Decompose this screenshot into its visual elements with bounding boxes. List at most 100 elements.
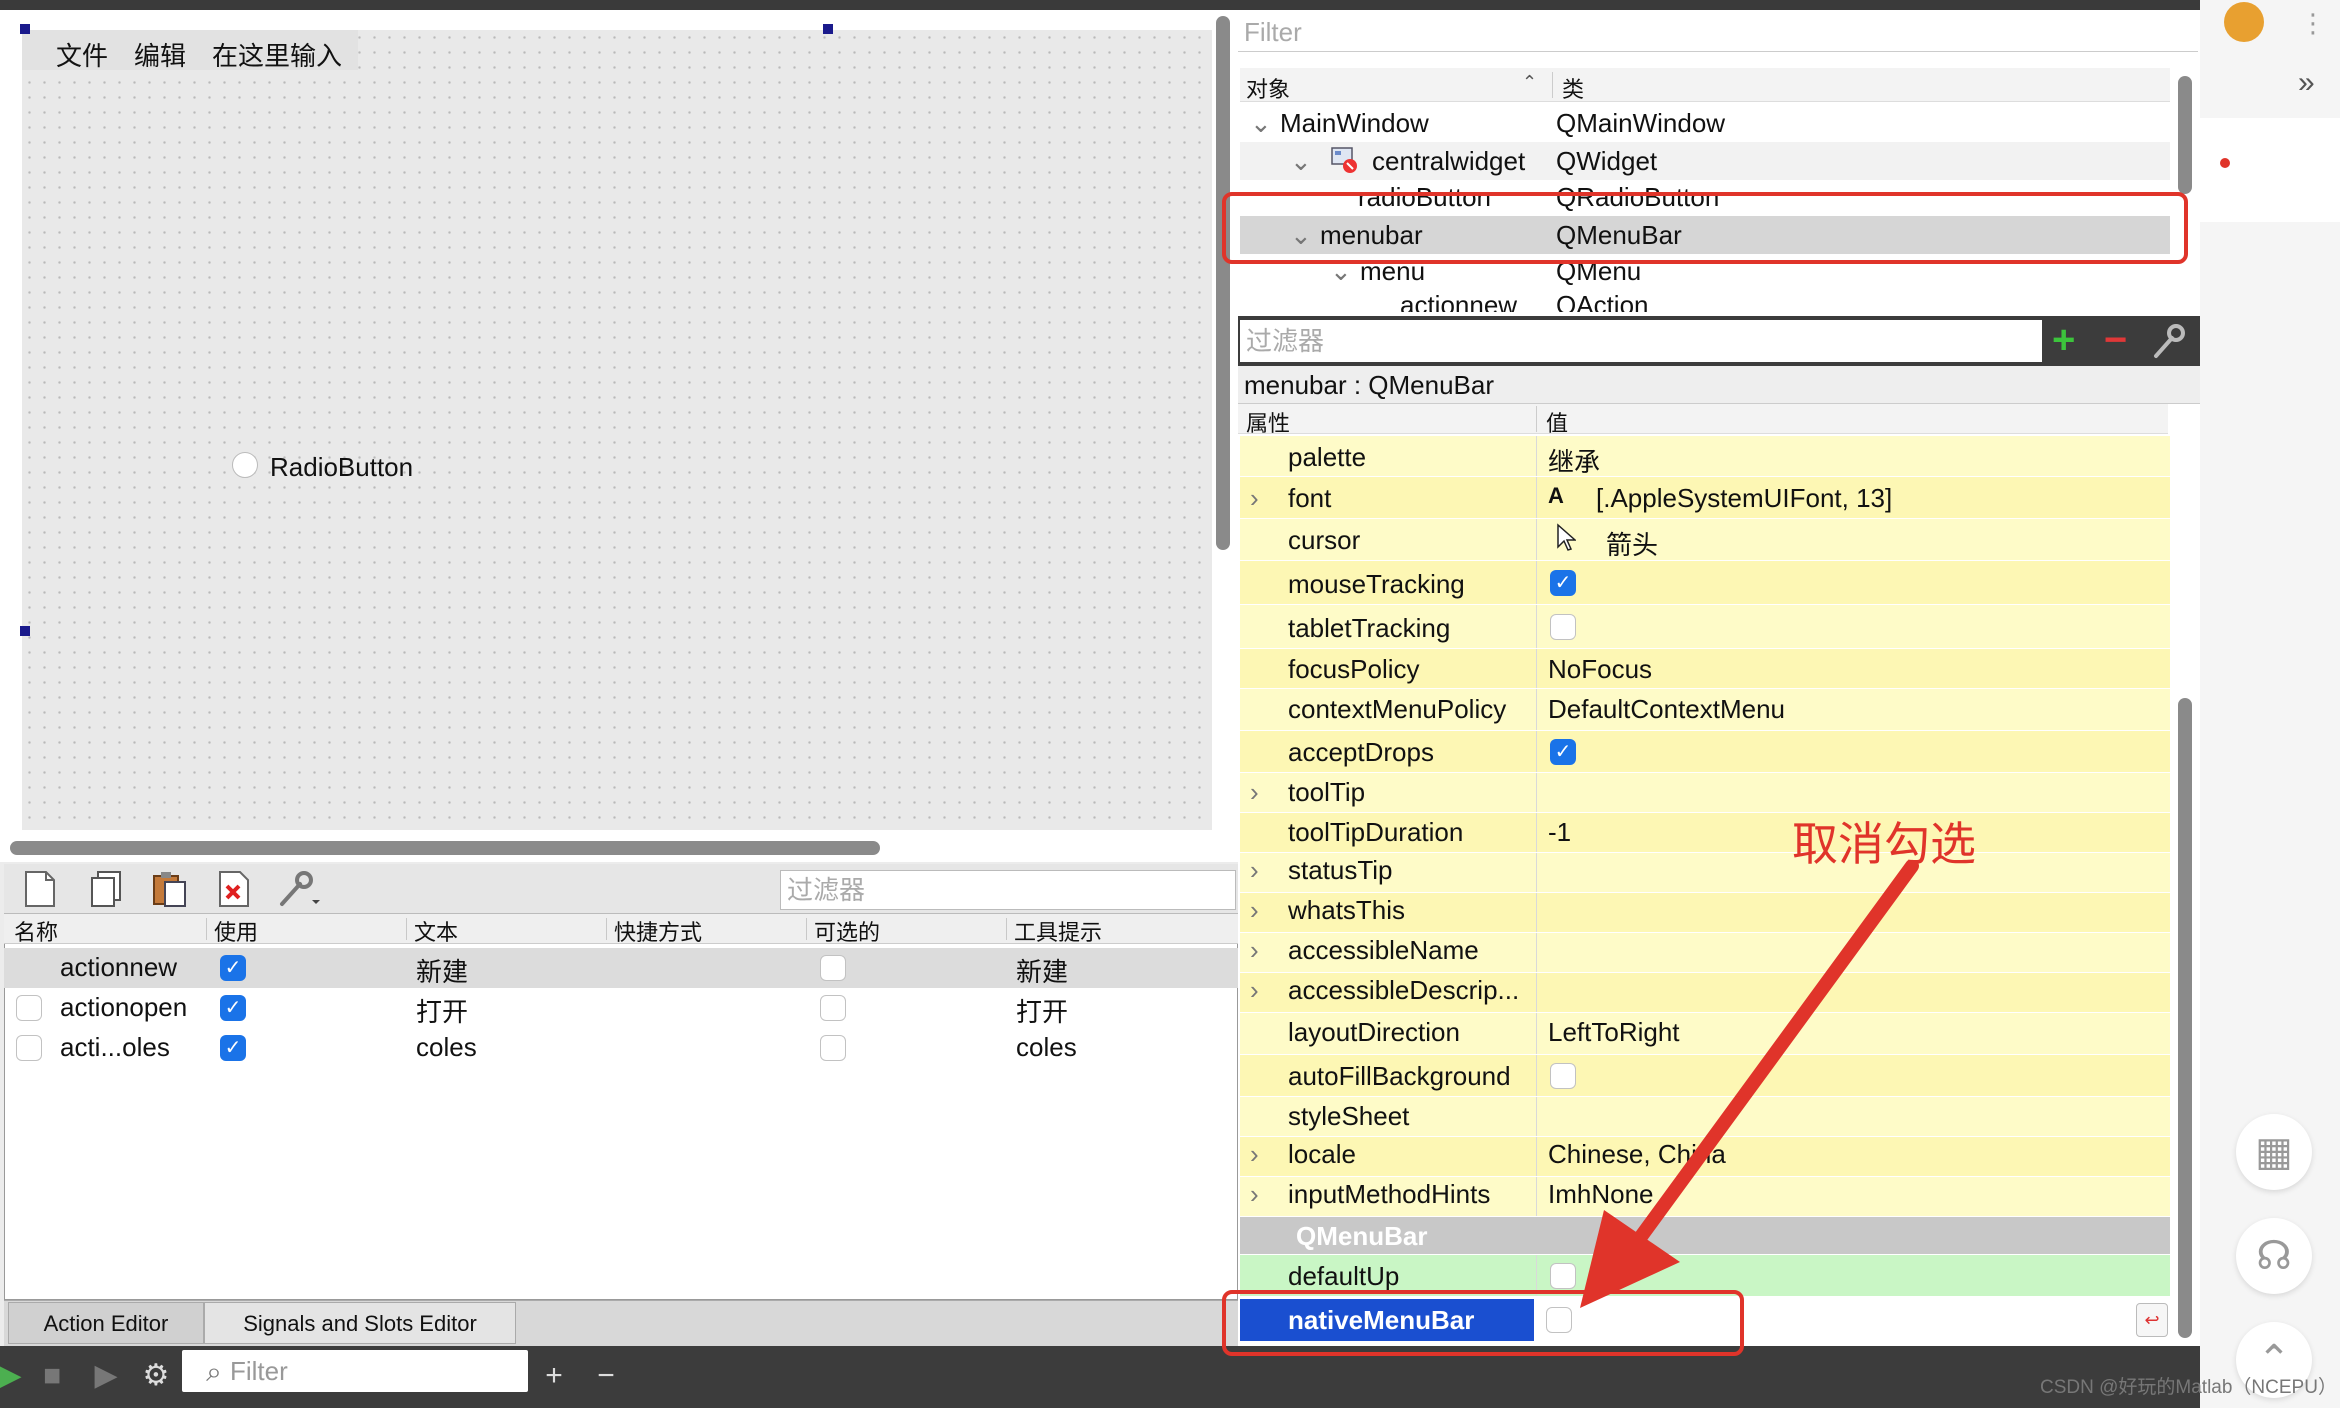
property-row-contextmenupolicy[interactable]: contextMenuPolicy DefaultContextMenu xyxy=(1240,689,2170,731)
property-editor-scrollbar[interactable] xyxy=(2178,698,2192,1338)
new-action-icon[interactable] xyxy=(20,870,60,910)
stop-icon[interactable]: ■ xyxy=(32,1356,72,1396)
expand-arrow-icon[interactable]: › xyxy=(1250,483,1259,514)
checkable-checkbox[interactable] xyxy=(820,955,846,981)
property-name: layoutDirection xyxy=(1288,1017,1460,1047)
more-icon[interactable]: ⋮ xyxy=(2300,8,2326,39)
form-menu-file[interactable]: 文件 xyxy=(56,36,108,73)
property-row-tooltip[interactable]: › toolTip xyxy=(1240,773,2170,813)
highlight-box-menubar xyxy=(1222,192,2188,264)
property-value[interactable]: 箭头 xyxy=(1606,525,1658,562)
form-menu-edit[interactable]: 编辑 xyxy=(134,36,186,73)
column-header[interactable]: 使用 xyxy=(214,915,258,947)
remove-property-icon[interactable]: − xyxy=(2104,318,2127,363)
property-row-mousetracking[interactable]: mouseTracking ✓ xyxy=(1240,561,2170,605)
configure-icon[interactable] xyxy=(276,870,320,910)
add-icon[interactable]: + xyxy=(534,1356,574,1396)
column-divider xyxy=(1536,406,1537,432)
property-row-tablettracking[interactable]: tabletTracking xyxy=(1240,605,2170,649)
column-header[interactable]: 对象 xyxy=(1246,72,1290,104)
tab-signals-slots-editor[interactable]: Signals and Slots Editor xyxy=(204,1302,516,1344)
action-filter-input[interactable]: 过滤器 xyxy=(780,870,1236,910)
selection-handle[interactable] xyxy=(20,24,30,34)
column-header[interactable]: 类 xyxy=(1562,72,1584,104)
cell-divider xyxy=(1536,561,1537,604)
action-tooltip: 打开 xyxy=(1016,997,1069,1027)
cell-divider xyxy=(1536,649,1537,688)
paste-action-icon[interactable] xyxy=(150,870,190,910)
copy-action-icon[interactable] xyxy=(86,870,126,910)
property-name: defaultUp xyxy=(1288,1261,1400,1291)
column-header[interactable]: 可选的 xyxy=(814,915,880,947)
tree-row[interactable]: actionnew QAction xyxy=(1240,290,2170,312)
radio-button-circle[interactable] xyxy=(232,452,258,478)
cell-divider xyxy=(1536,436,1537,476)
column-header[interactable]: 文本 xyxy=(414,915,458,947)
column-header[interactable]: 值 xyxy=(1546,406,1568,438)
property-value[interactable]: 继承 xyxy=(1548,442,1600,479)
expand-arrow-icon[interactable]: › xyxy=(1250,935,1259,966)
configure-icon[interactable] xyxy=(2150,322,2190,367)
expand-arrow-icon[interactable]: › xyxy=(1250,895,1259,926)
expand-arrow-icon[interactable]: ⌄ xyxy=(1250,108,1272,139)
acceptdrops-checkbox[interactable]: ✓ xyxy=(1550,739,1576,765)
cell-divider xyxy=(1536,605,1537,648)
form-horizontal-scrollbar[interactable] xyxy=(10,841,880,855)
property-row-font[interactable]: › font A [.AppleSystemUIFont, 13] xyxy=(1240,477,2170,519)
expand-arrow-icon[interactable]: › xyxy=(1250,1139,1259,1170)
cell-divider xyxy=(1536,813,1537,852)
tablettracking-checkbox[interactable] xyxy=(1550,614,1576,640)
step-icon[interactable]: ▶ xyxy=(86,1356,126,1396)
property-editor-title: menubar : QMenuBar xyxy=(1238,366,2200,404)
property-filter-input[interactable]: 过滤器 xyxy=(1240,320,2042,362)
object-filter-input[interactable]: Filter xyxy=(1238,12,2198,52)
form-canvas[interactable] xyxy=(22,30,1212,830)
property-value[interactable]: -1 xyxy=(1548,817,1571,848)
remove-icon[interactable]: − xyxy=(586,1356,626,1396)
run-icon[interactable]: ▶ xyxy=(0,1356,30,1396)
used-checkbox[interactable]: ✓ xyxy=(220,995,246,1021)
column-header[interactable]: 工具提示 xyxy=(1014,915,1102,947)
property-name: toolTipDuration xyxy=(1288,817,1464,847)
headset-icon[interactable]: ☊ xyxy=(2236,1218,2312,1294)
add-property-icon[interactable]: + xyxy=(2052,318,2075,363)
object-inspector-scrollbar[interactable] xyxy=(2178,76,2192,194)
qr-code-icon[interactable]: ▦ xyxy=(2236,1114,2312,1190)
action-icon-placeholder xyxy=(16,1035,42,1061)
property-row-palette[interactable]: palette 继承 xyxy=(1240,436,2170,477)
property-row-focuspolicy[interactable]: focusPolicy NoFocus xyxy=(1240,649,2170,689)
font-icon: A xyxy=(1548,483,1564,508)
column-header[interactable]: 快捷方式 xyxy=(614,915,702,947)
property-value[interactable]: DefaultContextMenu xyxy=(1548,694,1785,725)
settings-gear-icon[interactable]: ⚙ xyxy=(136,1356,176,1396)
property-value[interactable]: [.AppleSystemUIFont, 13] xyxy=(1596,483,1892,514)
column-header[interactable]: 属性 xyxy=(1246,406,1290,438)
expand-arrow-icon[interactable]: › xyxy=(1250,975,1259,1006)
form-menu-type-here[interactable]: 在这里输入 xyxy=(212,36,342,73)
property-row-tooltipduration[interactable]: toolTipDuration -1 xyxy=(1240,813,2170,853)
selection-handle[interactable] xyxy=(20,626,30,636)
checkable-checkbox[interactable] xyxy=(820,995,846,1021)
checkable-checkbox[interactable] xyxy=(820,1035,846,1061)
property-row-acceptdrops[interactable]: acceptDrops ✓ xyxy=(1240,731,2170,773)
mousetracking-checkbox[interactable]: ✓ xyxy=(1550,570,1576,596)
property-value[interactable]: NoFocus xyxy=(1548,654,1652,685)
expand-arrow-icon[interactable]: › xyxy=(1250,1179,1259,1210)
double-chevron-icon[interactable]: » xyxy=(2298,66,2315,100)
reset-property-icon[interactable]: ↩ xyxy=(2136,1303,2168,1337)
selection-handle[interactable] xyxy=(823,24,833,34)
cell-divider xyxy=(1536,933,1537,972)
column-header[interactable]: 名称 xyxy=(14,915,58,947)
form-vertical-scrollbar[interactable] xyxy=(1216,16,1230,550)
expand-arrow-icon[interactable]: › xyxy=(1250,777,1259,808)
radio-button-label[interactable]: RadioButton xyxy=(270,452,413,483)
delete-action-icon[interactable] xyxy=(214,870,254,910)
avatar[interactable] xyxy=(2224,2,2264,42)
action-name: actionnew xyxy=(60,952,178,982)
expand-arrow-icon[interactable]: › xyxy=(1250,855,1259,886)
expand-arrow-icon[interactable]: ⌄ xyxy=(1290,146,1312,177)
used-checkbox[interactable]: ✓ xyxy=(220,1035,246,1061)
tab-action-editor[interactable]: Action Editor xyxy=(8,1302,204,1344)
used-checkbox[interactable]: ✓ xyxy=(220,955,246,981)
property-row-cursor[interactable]: cursor 箭头 xyxy=(1240,519,2170,561)
